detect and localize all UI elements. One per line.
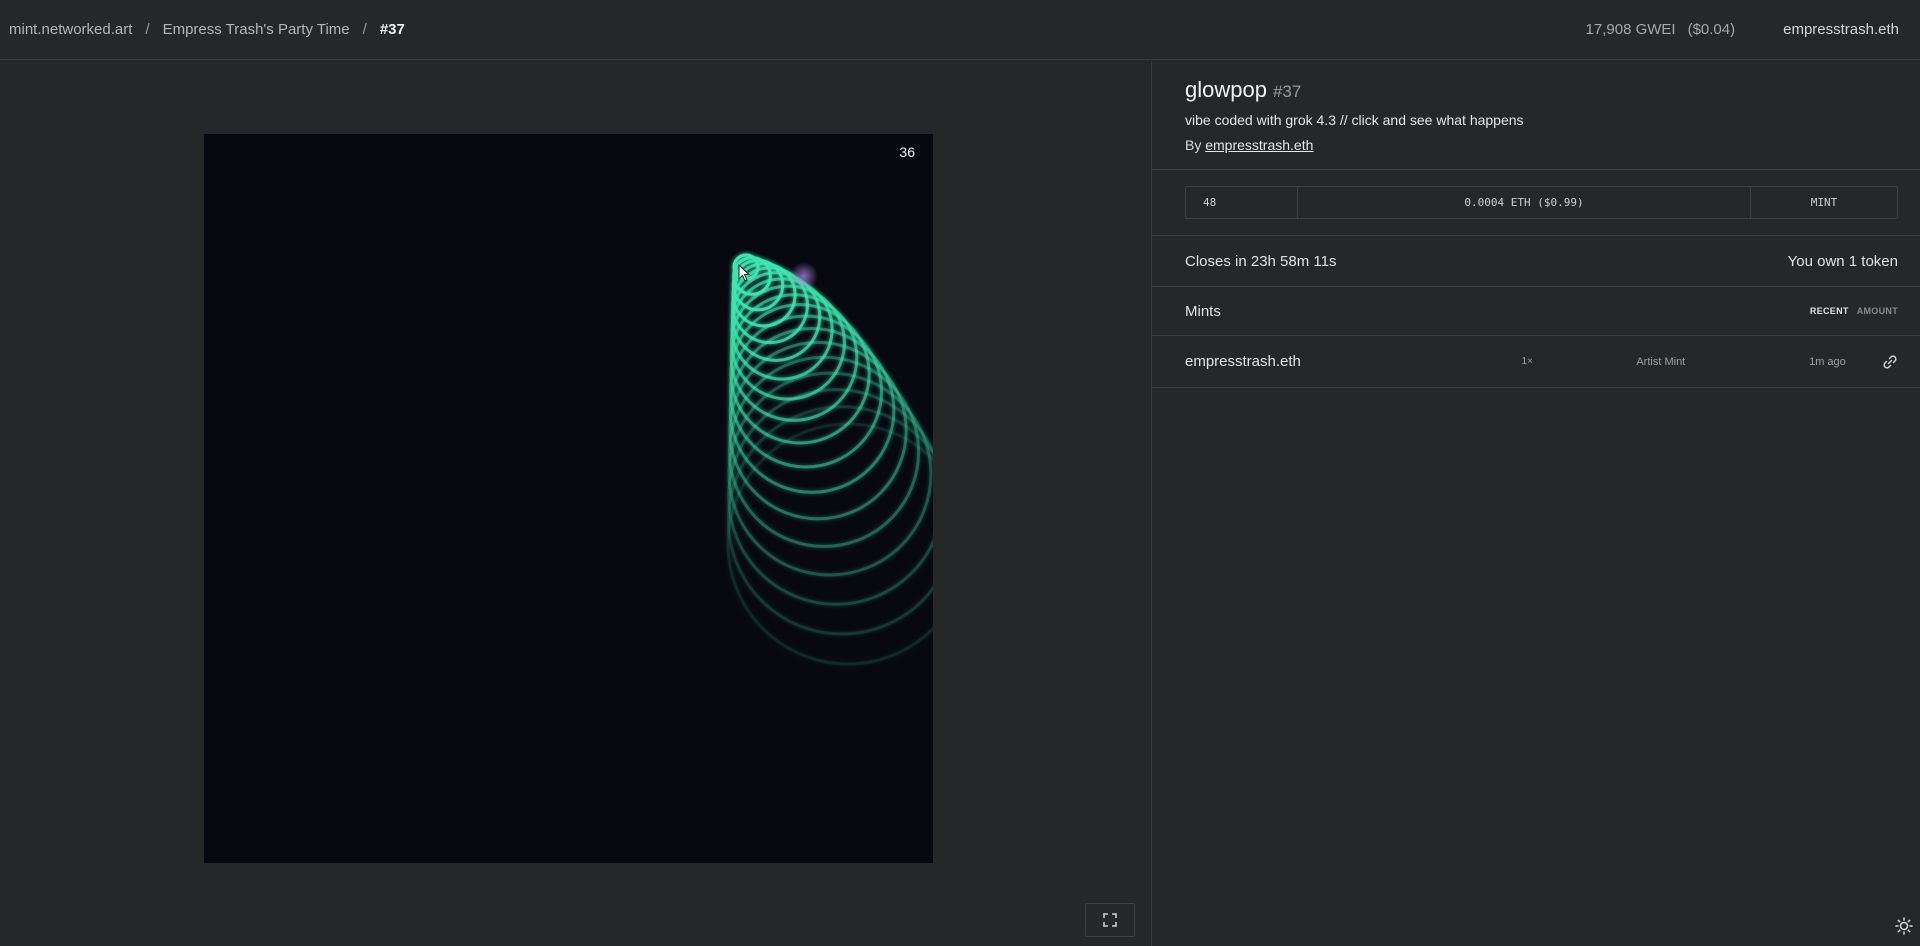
glow-rings — [726, 253, 933, 666]
breadcrumb-collection-link[interactable]: Empress Trash's Party Time — [163, 21, 350, 38]
mint-controls: 48 0.0004 ETH ($0.99) MINT — [1152, 170, 1920, 236]
account-button[interactable]: empresstrash.eth — [1783, 21, 1899, 38]
artwork-canvas[interactable]: 36 — [204, 134, 933, 863]
breadcrumb-current-token: #37 — [379, 21, 405, 38]
token-number: #37 — [1272, 82, 1302, 101]
mint-kind: Artist Mint — [1636, 355, 1686, 368]
fullscreen-icon — [1103, 913, 1117, 927]
breadcrumb-site-link[interactable]: mint.networked.art — [9, 21, 132, 38]
glow-core — [790, 262, 818, 290]
breadcrumb: mint.networked.art / Empress Trash's Par… — [9, 21, 405, 38]
closing-countdown: Closes in 23h 58m 11s — [1185, 252, 1337, 270]
artist-byline: By empresstrash.eth — [1185, 137, 1898, 153]
token-info: glowpop #37 vibe coded with grok 4.3 // … — [1152, 61, 1920, 170]
list-item: empresstrash.eth 1× Artist Mint 1m ago — [1152, 336, 1920, 388]
link-icon[interactable] — [1882, 354, 1898, 370]
mint-time: 1m ago — [1809, 355, 1846, 368]
mint-price: 0.0004 ETH ($0.99) — [1298, 187, 1751, 218]
top-bar: mint.networked.art / Empress Trash's Par… — [0, 0, 1920, 60]
gas-price: 17,908 GWEI — [1585, 21, 1676, 38]
breadcrumb-separator: / — [362, 21, 367, 38]
tab-amount[interactable]: AMOUNT — [1857, 306, 1898, 316]
breadcrumb-separator: / — [145, 21, 150, 38]
by-label: By — [1185, 137, 1202, 153]
token-details-pane: glowpop #37 vibe coded with grok 4.3 // … — [1152, 61, 1920, 946]
sun-icon[interactable] — [1895, 917, 1913, 935]
artwork-counter: 36 — [899, 144, 915, 160]
mints-heading: Mints — [1185, 302, 1221, 320]
artist-link[interactable]: empresstrash.eth — [1205, 137, 1313, 153]
token-description: vibe coded with grok 4.3 // click and se… — [1185, 112, 1524, 128]
tab-recent[interactable]: RECENT — [1810, 306, 1849, 316]
mints-sort-tabs: RECENT AMOUNT — [1810, 306, 1898, 316]
token-title: glowpop — [1185, 77, 1267, 102]
mint-quantity-input[interactable]: 48 — [1186, 187, 1298, 218]
mint-status: Closes in 23h 58m 11s You own 1 token — [1152, 236, 1920, 287]
artwork-pane: 36 — [0, 61, 1151, 946]
header-status: 17,908 GWEI ($0.04) empresstrash.eth — [1586, 21, 1911, 38]
mint-button[interactable]: MINT — [1751, 187, 1897, 218]
gas-price-usd: ($0.04) — [1687, 21, 1736, 38]
fullscreen-button[interactable] — [1085, 903, 1135, 937]
minter-name[interactable]: empresstrash.eth — [1185, 353, 1522, 370]
mints-header: Mints RECENT AMOUNT — [1152, 287, 1920, 336]
owned-count: You own 1 token — [1787, 252, 1898, 270]
mint-amount: 1× — [1521, 356, 1533, 367]
